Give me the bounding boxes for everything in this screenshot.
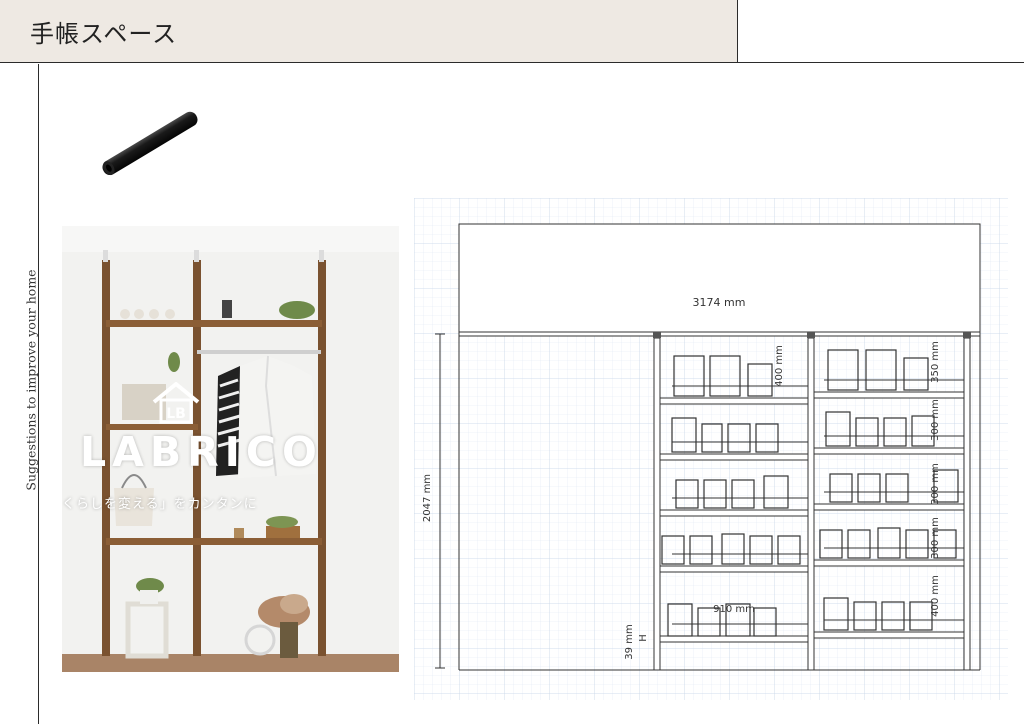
sidebar-caption: Suggestions to improve your home xyxy=(23,269,39,491)
right-spacing-label-1: 350 mm xyxy=(930,341,941,383)
right-spacing-label-5: 400 mm xyxy=(930,575,941,617)
right-spacing-label-4: 300 mm xyxy=(930,517,941,559)
left-spacing-label-1: 400 mm xyxy=(774,345,785,387)
ceiling-outline xyxy=(458,223,981,333)
shelf-plan-drawing: 3174 mm 2047 mm 400 mm 350 mm 300 mm 300… xyxy=(414,198,1008,700)
product-photo: LB LABRICO くらしを変える」をカンタンに xyxy=(62,226,399,672)
base-marker: H xyxy=(638,634,649,642)
height-label: 2047 mm xyxy=(422,474,433,522)
logo-wordmark: LABRICO xyxy=(80,428,323,476)
header-rule xyxy=(737,62,1024,63)
labrico-logo-icon: LB xyxy=(152,382,200,424)
ceiling-beam xyxy=(458,331,981,337)
right-spacing-label-3: 300 mm xyxy=(930,463,941,505)
inner-width-label: 910 mm xyxy=(713,604,755,615)
logo-badge: LB xyxy=(166,406,186,422)
header-band: 手帳スペース xyxy=(0,0,738,63)
page-title: 手帳スペース xyxy=(30,20,178,48)
logo-tagline: くらしを変える」をカンタンに xyxy=(62,497,258,512)
right-spacing-label-2: 300 mm xyxy=(930,399,941,441)
pipe-image xyxy=(102,111,198,176)
width-label: 3174 mm xyxy=(693,296,746,309)
base-height-label: 39 mm xyxy=(624,624,635,659)
